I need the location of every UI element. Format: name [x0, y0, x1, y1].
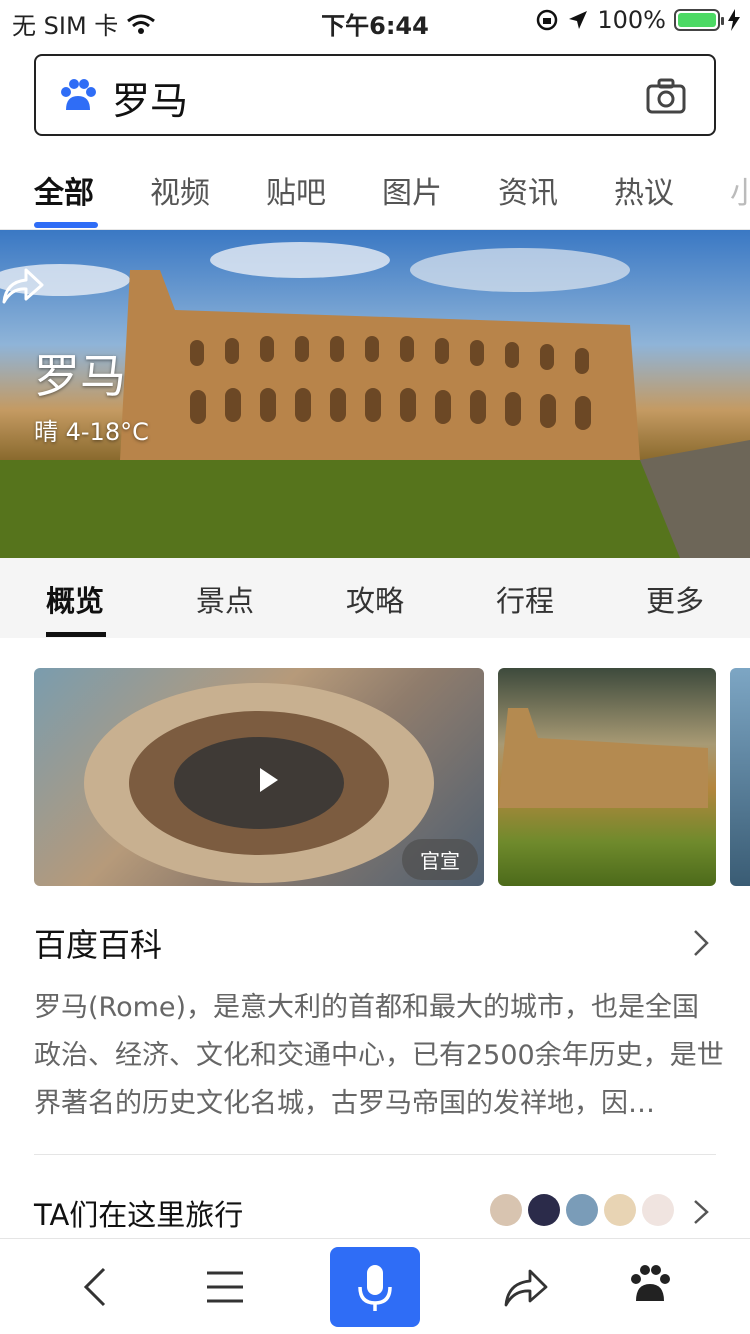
subtab-itinerary[interactable]: 行程: [496, 578, 554, 620]
tab-video[interactable]: 视频: [150, 168, 210, 212]
status-right: 100%: [535, 6, 740, 34]
share-icon[interactable]: [502, 1259, 548, 1315]
chevron-right-icon[interactable]: [692, 928, 710, 958]
baidu-paw-icon: [61, 79, 96, 110]
subtab-indicator: [46, 632, 106, 637]
search-box[interactable]: 罗马: [34, 54, 716, 136]
subtab-guides[interactable]: 攻略: [346, 578, 404, 620]
avatar: [528, 1194, 560, 1226]
baidu-home-icon[interactable]: [628, 1259, 672, 1315]
tab-more-partial[interactable]: 小: [730, 168, 750, 212]
hero-city: 罗马: [34, 349, 126, 403]
colosseum-photo: [498, 708, 708, 808]
play-icon[interactable]: [260, 768, 278, 792]
voice-search-button[interactable]: [330, 1247, 420, 1327]
divider: [34, 1154, 716, 1155]
baike-title[interactable]: 百度百科: [34, 920, 162, 966]
avatar: [642, 1194, 674, 1226]
traveler-avatars[interactable]: [490, 1194, 674, 1226]
tab-images[interactable]: 图片: [382, 168, 442, 212]
avatar: [604, 1194, 636, 1226]
avatar: [566, 1194, 598, 1226]
back-icon[interactable]: [80, 1259, 110, 1315]
camera-icon[interactable]: [646, 78, 686, 114]
photo-thumbnail[interactable]: [498, 668, 716, 886]
tab-discussion[interactable]: 热议: [614, 168, 674, 212]
status-bar: 无 SIM 卡 下午6:44 100%: [0, 0, 750, 40]
subtab-attractions[interactable]: 景点: [196, 578, 254, 620]
sub-tabs: 概览 景点 攻略 行程 更多: [0, 558, 750, 638]
menu-icon[interactable]: [205, 1259, 245, 1315]
hero-image[interactable]: 罗马 晴 4-18°C: [0, 230, 750, 558]
battery-icon: [674, 9, 724, 31]
avatar: [490, 1194, 522, 1226]
official-badge: 官宣: [402, 839, 478, 880]
bottom-toolbar: [0, 1238, 750, 1334]
rotation-lock-icon: [537, 9, 558, 31]
active-tab-indicator: [34, 222, 98, 228]
battery-percent: 100%: [597, 6, 666, 34]
charging-icon: [728, 9, 740, 31]
chevron-right-icon[interactable]: [692, 1198, 710, 1226]
share-icon[interactable]: [0, 266, 44, 306]
hero-weather: 晴 4-18°C: [34, 418, 149, 446]
subtab-overview[interactable]: 概览: [46, 578, 104, 620]
tab-tieba[interactable]: 贴吧: [266, 168, 326, 212]
baike-summary[interactable]: 罗马(Rome)，是意大利的首都和最大的城市，也是全国政治、经济、文化和交通中心…: [34, 984, 724, 1128]
tab-news[interactable]: 资讯: [498, 168, 558, 212]
video-thumbnail[interactable]: 官宣: [34, 668, 484, 886]
photo-thumbnail-partial[interactable]: [730, 668, 750, 886]
microphone-icon: [358, 1265, 392, 1311]
category-tabs: 全部 视频 贴吧 图片 资讯 热议 小: [0, 150, 750, 230]
location-icon: [569, 11, 588, 29]
search-query[interactable]: 罗马: [112, 70, 188, 125]
tab-all[interactable]: 全部: [34, 168, 94, 212]
travel-title[interactable]: TA们在这里旅行: [34, 1192, 243, 1234]
subtab-more[interactable]: 更多: [646, 578, 704, 620]
